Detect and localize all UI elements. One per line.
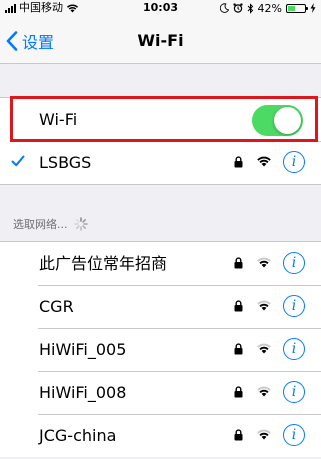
wifi-signal-icon <box>257 156 271 167</box>
network-list: 此广告位常年招商 i CGR i HiWiFi_005 i HiWiFi_008… <box>0 241 321 457</box>
lock-icon <box>234 343 243 355</box>
info-icon: i <box>291 341 297 357</box>
network-name: HiWiFi_008 <box>39 383 127 402</box>
battery-percentage: 42% <box>257 1 282 15</box>
network-name: LSBGS <box>39 153 92 172</box>
network-row[interactable]: JCG-china i <box>0 414 321 457</box>
lock-icon <box>234 300 243 312</box>
wifi-toggle-label: Wi-Fi <box>39 110 78 129</box>
battery-icon <box>286 3 308 13</box>
info-icon: i <box>291 154 297 170</box>
wifi-signal-icon <box>257 386 271 397</box>
section-header-label: 选取网络... <box>13 218 68 231</box>
info-icon: i <box>291 427 297 443</box>
network-name: HiWiFi_005 <box>39 340 127 359</box>
toggle-knob <box>274 107 301 134</box>
wifi-signal-icon <box>257 257 271 268</box>
wifi-signal-icon <box>257 343 271 354</box>
network-row[interactable]: 此广告位常年招商 i <box>0 242 321 285</box>
info-button[interactable]: i <box>283 424 305 446</box>
bluetooth-icon <box>247 2 253 14</box>
charging-icon <box>310 3 316 13</box>
wifi-signal-icon <box>257 300 271 311</box>
info-button[interactable]: i <box>283 338 305 360</box>
info-icon: i <box>291 384 297 400</box>
status-right: 42% <box>219 1 316 15</box>
wifi-signal-icon <box>257 429 271 440</box>
navigation-bar: 设置 Wi-Fi <box>0 17 321 64</box>
lock-icon <box>234 257 243 269</box>
connected-network-row[interactable]: LSBGS i <box>0 141 321 184</box>
network-row[interactable]: HiWiFi_008 i <box>0 371 321 414</box>
loading-spinner-icon <box>73 217 88 231</box>
network-row[interactable]: CGR i <box>0 285 321 328</box>
page-title: Wi-Fi <box>137 31 184 50</box>
info-button[interactable]: i <box>283 295 305 317</box>
wifi-toggle-switch[interactable] <box>252 105 303 136</box>
status-bar: 中国移动 10:03 42% <box>0 0 321 17</box>
network-row[interactable]: HiWiFi_005 i <box>0 328 321 371</box>
checkmark-icon <box>11 155 25 167</box>
lock-icon <box>234 156 243 168</box>
section-header: 选取网络... <box>13 216 88 232</box>
info-button[interactable]: i <box>283 151 305 173</box>
moon-icon <box>219 3 229 13</box>
info-button[interactable]: i <box>283 252 305 274</box>
info-icon: i <box>291 298 297 314</box>
info-icon: i <box>291 255 297 271</box>
lock-icon <box>234 429 243 441</box>
alarm-icon <box>232 3 243 13</box>
wifi-toggle-row: Wi-Fi <box>0 98 321 141</box>
lock-icon <box>234 386 243 398</box>
wifi-group: Wi-Fi LSBGS i <box>0 97 321 185</box>
info-button[interactable]: i <box>283 381 305 403</box>
network-name: JCG-china <box>39 426 117 445</box>
network-name: 此广告位常年招商 <box>39 254 168 273</box>
network-name: CGR <box>39 297 74 316</box>
